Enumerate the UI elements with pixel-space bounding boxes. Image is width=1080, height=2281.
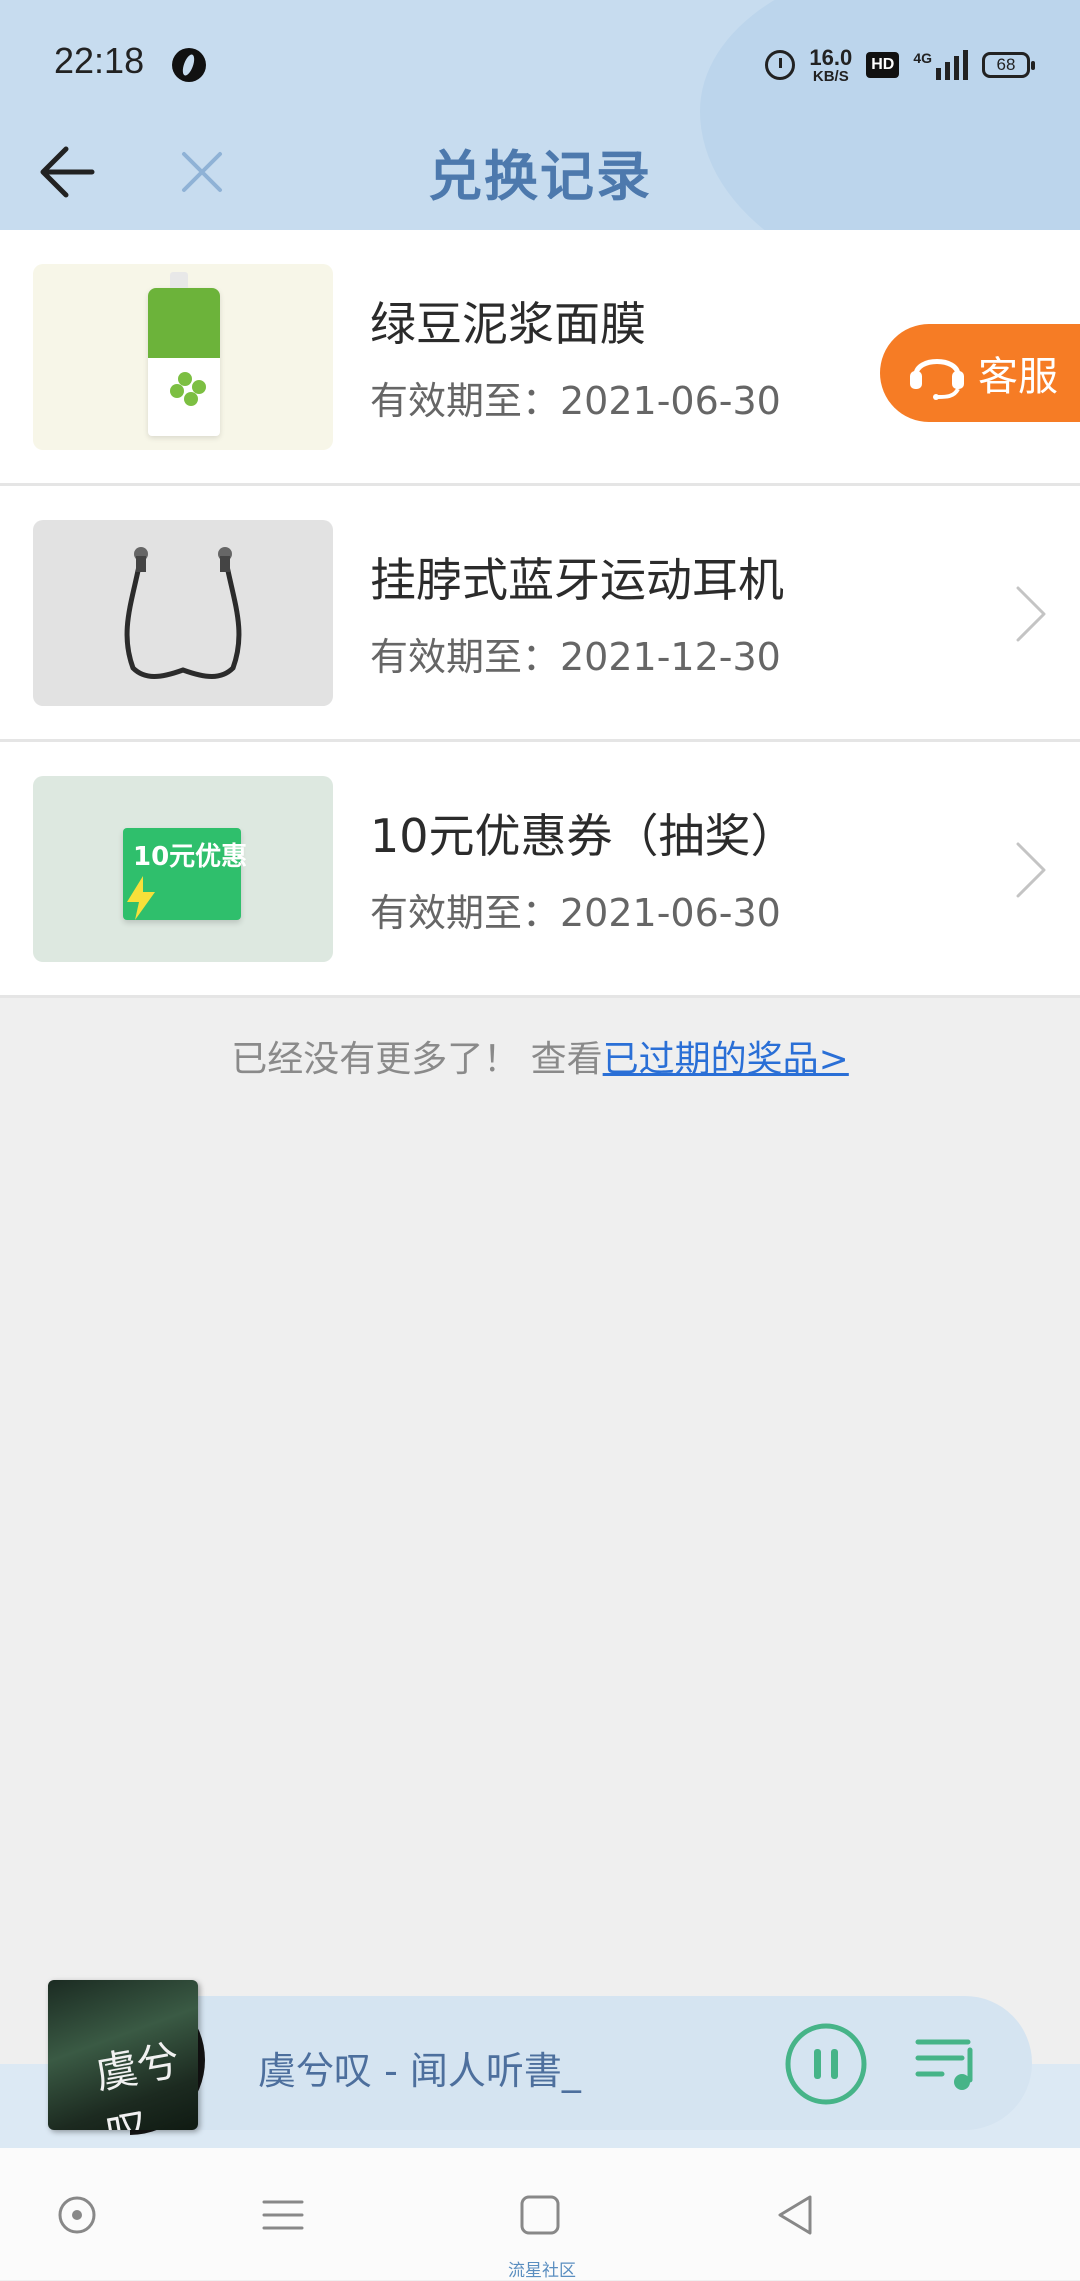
item-name: 绿豆泥浆面膜 — [370, 297, 646, 351]
alarm-icon — [765, 50, 796, 80]
net-speed-unit: KB/S — [812, 67, 849, 85]
list-item[interactable]: 挂脖式蓝牙运动耳机 有效期至：2021-12-30 — [0, 486, 1080, 742]
chevron-right-icon — [1016, 842, 1046, 898]
watermark: 流星社区 — [508, 2261, 576, 2281]
expired-prizes-link[interactable]: 已过期的奖品> — [603, 1039, 849, 1080]
home-nav-icon[interactable] — [515, 2190, 565, 2240]
face-mask-thumbnail — [33, 264, 333, 450]
item-name: 10元优惠券（抽奖） — [370, 809, 797, 863]
headset-icon — [910, 359, 964, 400]
pause-button[interactable] — [784, 2022, 868, 2106]
header: 22:18 16.0 KB/S HD 4G 68 兑换记录 — [0, 0, 1080, 230]
item-expiry: 有效期至：2021-12-30 — [370, 635, 781, 679]
coupon-text: 10元优惠 — [133, 842, 248, 872]
net-speed: 16.0 KB/S — [809, 44, 853, 85]
status-icons: 16.0 KB/S HD 4G 68 — [765, 40, 1035, 90]
customer-service-button[interactable]: 客服 — [880, 324, 1080, 422]
coupon-thumbnail: 10元优惠 — [33, 776, 333, 962]
title-bar: 兑换记录 — [0, 120, 1080, 230]
end-of-list-hint: 已经没有更多了！ 查看已过期的奖品> — [0, 1030, 1080, 1082]
customer-service-label: 客服 — [978, 354, 1058, 400]
item-name: 挂脖式蓝牙运动耳机 — [370, 553, 784, 607]
end-hint-text: 已经没有更多了！ 查看 — [231, 1039, 603, 1080]
track-title[interactable]: 虞兮叹 - 闻人听書_ — [258, 2040, 581, 2095]
menu-nav-icon[interactable] — [258, 2190, 308, 2240]
chevron-right-icon — [1016, 586, 1046, 642]
signal-icon: 4G — [913, 50, 968, 80]
network-type: 4G — [913, 50, 932, 66]
list-item[interactable]: 10元优惠 10元优惠券（抽奖） 有效期至：2021-06-30 — [0, 742, 1080, 998]
back-nav-icon[interactable] — [770, 2190, 820, 2240]
album-cover[interactable]: 虞兮叹 — [48, 1980, 198, 2130]
playlist-icon[interactable] — [912, 2028, 982, 2098]
status-bar: 22:18 16.0 KB/S HD 4G 68 — [0, 0, 1080, 130]
earphones-thumbnail — [33, 520, 333, 706]
battery-icon: 68 — [982, 52, 1035, 78]
album-cover-text: 虞兮叹 — [91, 2035, 183, 2130]
item-expiry: 有效期至：2021-06-30 — [370, 891, 781, 935]
page-title: 兑换记录 — [428, 145, 652, 208]
circle-nav-icon[interactable] — [52, 2190, 102, 2240]
app-notification-icon — [172, 48, 206, 82]
status-time: 22:18 — [54, 40, 145, 81]
net-speed-value: 16.0 — [809, 44, 853, 70]
hd-icon: HD — [866, 52, 900, 78]
item-expiry: 有效期至：2021-06-30 — [370, 379, 781, 423]
